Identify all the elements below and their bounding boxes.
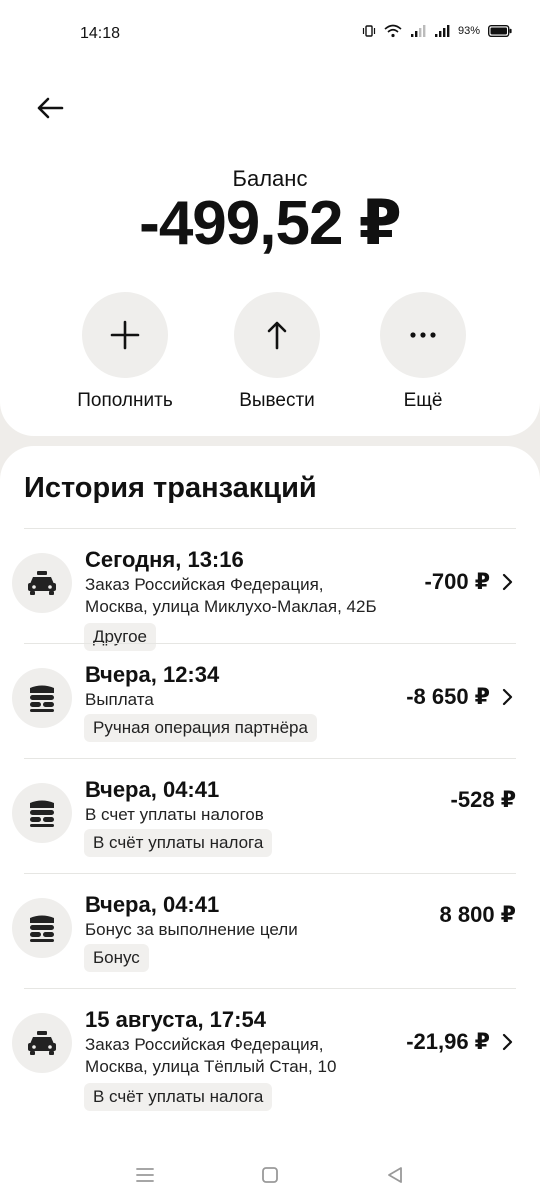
transaction-item[interactable]: 15 августа, 17:54 Заказ Российская Федер…: [12, 988, 516, 1111]
status-icons: 93%: [362, 24, 512, 38]
transaction-date: Вчера, 04:41: [85, 892, 220, 917]
transaction-item[interactable]: Вчера, 04:41 Бонус за выполнение цели Бо…: [12, 873, 516, 988]
transaction-item[interactable]: Вчера, 04:41 В счет уплаты налогов В счё…: [12, 758, 516, 873]
transaction-description: В счет уплаты налогов: [85, 805, 264, 824]
transaction-amount: 8 800 ₽: [439, 902, 516, 927]
more-circle[interactable]: [380, 292, 466, 378]
battery-icon: [488, 25, 512, 37]
transaction-icon-wrap: [12, 668, 72, 728]
transaction-description: Бонус за выполнение цели: [85, 920, 298, 939]
balance-actions: Пополнить Вывести Ещё: [0, 292, 540, 422]
withdraw-label: Вывести: [239, 390, 315, 411]
signal-icon-2: [434, 25, 450, 37]
status-bar: 14:18 93%: [0, 0, 540, 68]
transaction-icon-wrap: [12, 553, 72, 613]
withdraw-button[interactable]: Вывести: [197, 292, 357, 412]
more-icon: [410, 332, 436, 338]
transaction-amount: -8 650 ₽: [406, 684, 490, 709]
transaction-tag: Бонус: [84, 944, 149, 972]
transaction-icon-wrap: [12, 1013, 72, 1073]
balance-value: -499,52 ₽: [139, 189, 402, 258]
transaction-date: Вчера, 12:34: [85, 662, 220, 687]
transaction-description: Заказ Российская Федерация, Москва, улиц…: [85, 575, 377, 616]
chevron-right-icon: [502, 688, 513, 706]
transaction-icon-wrap: [12, 783, 72, 843]
top-up-button[interactable]: Пополнить: [45, 292, 205, 412]
system-nav-bar: [0, 1150, 540, 1200]
transaction-tag: В счёт уплаты налога: [84, 1083, 273, 1111]
transaction-date: 15 августа, 17:54: [85, 1007, 266, 1032]
menu-icon: [136, 1168, 154, 1182]
status-time: 14:18: [80, 25, 121, 42]
transaction-icon-wrap: [12, 898, 72, 958]
transaction-date: Вчера, 04:41: [85, 777, 220, 802]
taxi-icon: [28, 571, 56, 595]
transaction-tag: Ручная операция партнёра: [84, 714, 317, 742]
battery-percent: 93%: [457, 25, 480, 37]
more-button[interactable]: Ещё: [343, 292, 503, 412]
transaction-description: Выплата: [85, 690, 154, 709]
transaction-item[interactable]: Вчера, 12:34 Выплата Ручная операция пар…: [12, 643, 516, 758]
top-up-label: Пополнить: [77, 390, 173, 411]
payout-icon: [30, 685, 54, 712]
transaction-list: Сегодня, 13:16 Заказ Российская Федераци…: [0, 528, 540, 1111]
transaction-amount: -528 ₽: [450, 787, 516, 812]
vibrate-icon: [362, 25, 376, 37]
back-button[interactable]: [30, 88, 70, 128]
top-up-circle[interactable]: [82, 292, 168, 378]
nav-home-button[interactable]: [255, 1160, 285, 1190]
wifi-icon: [384, 24, 402, 38]
more-label: Ещё: [403, 390, 443, 411]
plus-icon: [110, 320, 140, 350]
nav-recents-button[interactable]: [130, 1160, 160, 1190]
payout-icon: [30, 800, 54, 827]
arrow-left-icon: [37, 97, 64, 119]
chevron-right-icon: [502, 573, 513, 591]
home-square-icon: [262, 1167, 278, 1183]
transaction-description: Заказ Российская Федерация, Москва, улиц…: [85, 1035, 337, 1076]
transaction-amount: -21,96 ₽: [406, 1029, 490, 1054]
balance-card: 14:18 93% Баланс -499,52 ₽ Пополнить Выв…: [0, 0, 540, 436]
nav-back-button[interactable]: [380, 1160, 410, 1190]
taxi-icon: [28, 1031, 56, 1055]
payout-icon: [30, 915, 54, 942]
back-triangle-icon: [388, 1167, 402, 1183]
transaction-date: Сегодня, 13:16: [85, 547, 244, 572]
transaction-amount: -700 ₽: [424, 569, 490, 594]
signal-icon: [410, 25, 426, 37]
arrow-up-icon: [267, 321, 287, 350]
transaction-item[interactable]: Сегодня, 13:16 Заказ Российская Федераци…: [12, 528, 516, 651]
withdraw-circle[interactable]: [234, 292, 320, 378]
transaction-tag: В счёт уплаты налога: [84, 829, 273, 857]
history-title: История транзакций: [24, 472, 317, 504]
chevron-right-icon: [502, 1033, 513, 1051]
